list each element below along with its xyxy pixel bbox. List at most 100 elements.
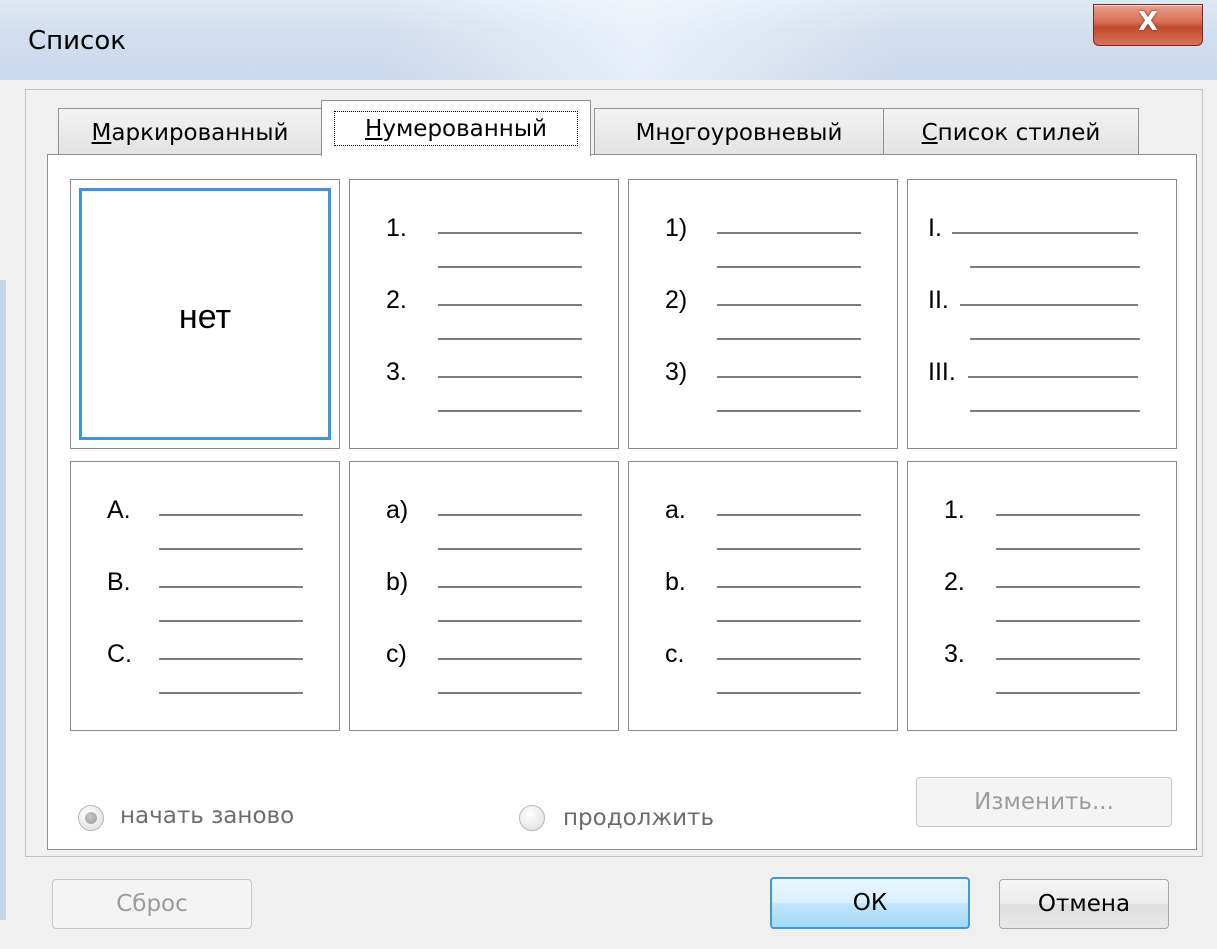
list-line bbox=[717, 692, 861, 694]
list-line bbox=[159, 548, 303, 550]
tab-list-styles-label: писок стилей bbox=[937, 120, 1101, 146]
continue-numbering-label: продолжить bbox=[563, 805, 715, 831]
tab-multilevel-label: гоуровневый bbox=[684, 120, 843, 146]
list-line bbox=[438, 586, 582, 588]
reset-button[interactable]: Сброс bbox=[52, 879, 252, 929]
tab-numbered[interactable]: Нумерованный bbox=[321, 100, 591, 156]
list-line bbox=[438, 266, 582, 268]
list-line bbox=[438, 304, 582, 306]
close-button[interactable]: X bbox=[1093, 4, 1203, 46]
tab-list-styles-mnemonic: С bbox=[921, 120, 938, 146]
list-marker: c. bbox=[665, 640, 685, 668]
list-marker: 3. bbox=[386, 358, 407, 386]
numbering-style-alpha-lower-dot[interactable]: a. b. c. bbox=[628, 461, 898, 731]
title-bar: Список X bbox=[0, 0, 1217, 80]
restart-numbering-radio[interactable] bbox=[78, 805, 104, 831]
list-line bbox=[717, 586, 861, 588]
list-marker: 2) bbox=[665, 286, 688, 314]
list-line bbox=[438, 232, 582, 234]
numbering-style-arabic-dot[interactable]: 1. 2. 3. bbox=[349, 179, 619, 449]
tab-multilevel[interactable]: Многоуровневый bbox=[594, 108, 884, 154]
list-line bbox=[717, 410, 861, 412]
title-bar-glass bbox=[380, 0, 900, 80]
numbering-style-none[interactable]: нет bbox=[70, 179, 340, 449]
list-line bbox=[438, 410, 582, 412]
list-line bbox=[159, 514, 303, 516]
tab-bulleted[interactable]: Маркированный bbox=[58, 108, 322, 154]
list-line bbox=[717, 514, 861, 516]
list-line bbox=[717, 620, 861, 622]
list-line bbox=[717, 232, 861, 234]
tab-bulleted-mnemonic: М bbox=[91, 120, 112, 146]
list-line bbox=[968, 376, 1138, 378]
tab-numbered-mnemonic: Н bbox=[365, 116, 383, 142]
list-marker: I. bbox=[928, 214, 942, 242]
tab-multilevel-mnemonic: о bbox=[670, 120, 685, 146]
list-dialog: Список X Маркированный Нумерованный Мног… bbox=[0, 0, 1217, 949]
list-line bbox=[438, 376, 582, 378]
list-line bbox=[717, 658, 861, 660]
list-marker: II. bbox=[928, 286, 949, 314]
ok-button[interactable]: ОК bbox=[770, 877, 970, 929]
continue-numbering-radio[interactable] bbox=[519, 805, 545, 831]
list-marker: 1. bbox=[386, 214, 407, 242]
list-marker: c) bbox=[386, 640, 407, 668]
list-marker: 3. bbox=[944, 640, 965, 668]
customize-button[interactable]: Изменить... bbox=[916, 777, 1172, 827]
list-line bbox=[996, 586, 1140, 588]
list-marker: III. bbox=[928, 358, 956, 386]
none-label: нет bbox=[178, 298, 232, 336]
list-line bbox=[159, 692, 303, 694]
numbering-style-alpha-lower-paren[interactable]: a) b) c) bbox=[349, 461, 619, 731]
list-marker: 2. bbox=[386, 286, 407, 314]
list-marker: 1) bbox=[665, 214, 688, 242]
list-line bbox=[952, 232, 1138, 234]
list-line bbox=[996, 620, 1140, 622]
list-line bbox=[438, 658, 582, 660]
list-line bbox=[996, 548, 1140, 550]
radio-selected-dot bbox=[85, 812, 97, 824]
list-marker: A. bbox=[107, 496, 131, 524]
numbering-style-arabic-dot-2[interactable]: 1. 2. 3. bbox=[907, 461, 1177, 731]
list-line bbox=[717, 338, 861, 340]
tab-list-styles[interactable]: Список стилей bbox=[883, 108, 1139, 154]
list-marker: C. bbox=[107, 640, 132, 668]
list-marker: 3) bbox=[665, 358, 688, 386]
tab-focus-rect: Нумерованный bbox=[334, 111, 578, 146]
numbering-style-alpha-upper[interactable]: A. B. C. bbox=[70, 461, 340, 731]
numbering-style-arabic-paren[interactable]: 1) 2) 3) bbox=[628, 179, 898, 449]
list-line bbox=[996, 692, 1140, 694]
list-line bbox=[717, 376, 861, 378]
list-marker: a) bbox=[386, 496, 409, 524]
close-icon: X bbox=[1137, 7, 1159, 37]
list-line bbox=[996, 658, 1140, 660]
tab-multilevel-label-pre: Мн bbox=[635, 120, 671, 146]
list-line bbox=[159, 658, 303, 660]
list-line bbox=[159, 620, 303, 622]
dialog-title: Список bbox=[28, 26, 126, 56]
list-marker: a. bbox=[665, 496, 686, 524]
list-marker: b. bbox=[665, 568, 686, 596]
list-line bbox=[159, 586, 303, 588]
list-line bbox=[438, 514, 582, 516]
restart-numbering-label: начать заново bbox=[120, 803, 295, 829]
numbering-gallery-panel: нет 1. 2. 3. 1) 2) 3) I. II. III. A. B. C. a) b) c… bbox=[47, 154, 1197, 850]
list-line bbox=[996, 514, 1140, 516]
list-line bbox=[438, 620, 582, 622]
cancel-button[interactable]: Отмена bbox=[999, 879, 1169, 929]
list-marker: B. bbox=[107, 568, 131, 596]
list-line bbox=[438, 548, 582, 550]
list-marker: 2. bbox=[944, 568, 965, 596]
list-line bbox=[438, 692, 582, 694]
tab-numbered-label: умерованный bbox=[382, 116, 547, 142]
list-marker: b) bbox=[386, 568, 409, 596]
window-frame-edge bbox=[0, 280, 6, 920]
list-line bbox=[970, 338, 1140, 340]
list-line bbox=[717, 304, 861, 306]
list-line bbox=[717, 266, 861, 268]
list-line bbox=[960, 304, 1138, 306]
list-line bbox=[970, 410, 1140, 412]
list-line bbox=[438, 338, 582, 340]
numbering-style-roman-upper[interactable]: I. II. III. bbox=[907, 179, 1177, 449]
list-line bbox=[717, 548, 861, 550]
